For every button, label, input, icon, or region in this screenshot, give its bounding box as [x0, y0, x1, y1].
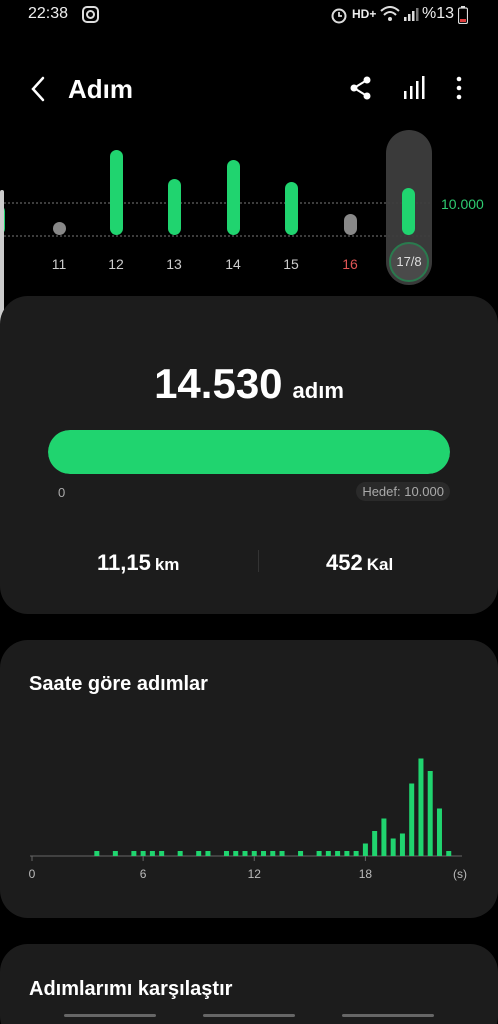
day-bar[interactable]: [402, 188, 415, 235]
hour-bar: [427, 771, 433, 856]
baseline: [0, 235, 430, 237]
steps-progress-fill: [48, 430, 450, 474]
step-count-value: 14.530: [154, 360, 283, 407]
hour-bar: [436, 808, 442, 856]
bar-chart-icon[interactable]: [400, 74, 428, 102]
hourly-steps-card[interactable]: Saate göre adımlar 0 6 12 18 (s): [0, 640, 498, 918]
distance-stat: 11,15 km: [97, 550, 179, 576]
hour-bar: [242, 851, 248, 856]
stat-divider: [258, 550, 259, 572]
hour-bar: [177, 851, 183, 856]
steps-progress-bar: [48, 430, 450, 474]
steps-summary-card: 14.530 adım 0 Hedef: 10.000 11,15 km 452 Ka…: [0, 296, 498, 614]
compare-card[interactable]: Adımlarımı karşılaştır: [0, 944, 498, 1024]
hour-bar: [261, 851, 267, 856]
status-bar: 22:38 HD+ %13: [0, 0, 498, 30]
step-count-unit: adım: [292, 378, 344, 403]
hour-bar: [372, 831, 378, 856]
hour-bar: [94, 851, 100, 856]
hour-bar: [390, 838, 396, 856]
compare-title: Adımlarımı karşılaştır: [29, 978, 233, 1000]
x-tick-label: 18: [359, 867, 373, 881]
hour-bar: [205, 851, 211, 856]
battery-percent: %13: [422, 5, 455, 22]
calories-stat: 452 Kal: [326, 550, 393, 576]
hour-bar: [233, 851, 239, 856]
day-bar[interactable]: [344, 214, 357, 235]
hour-bar: [298, 851, 304, 856]
hour-bar: [131, 851, 137, 856]
hour-bar: [251, 851, 257, 856]
signal-icon: [404, 8, 419, 21]
x-axis-unit: (s): [453, 867, 467, 881]
selected-day-label[interactable]: 17/8: [389, 242, 429, 282]
hour-bar: [196, 851, 202, 856]
hour-bar: [279, 851, 285, 856]
nav-hint-right: [342, 1014, 434, 1017]
hd-plus-icon: HD+: [352, 7, 377, 21]
x-tick-label: 6: [140, 867, 147, 881]
nav-hint-left: [64, 1014, 156, 1017]
day-label: 13: [166, 256, 182, 272]
nav-hint-center: [203, 1014, 295, 1017]
hour-bar: [270, 851, 276, 856]
goal-line: [0, 202, 430, 204]
goal-label: 10.000: [441, 196, 484, 212]
battery-icon: [458, 6, 468, 24]
hourly-steps-chart: 0 6 12 18 (s): [29, 758, 467, 881]
hour-bar: [112, 851, 118, 856]
hour-bar: [316, 851, 322, 856]
day-bar[interactable]: [227, 160, 240, 235]
day-label: 16: [342, 256, 358, 272]
target-badge: Hedef: 10.000: [356, 482, 450, 501]
hour-bar: [399, 833, 405, 856]
calories-value: 452: [326, 550, 363, 575]
progress-start-label: 0: [58, 485, 66, 500]
day-label: 11: [51, 256, 67, 272]
step-count: 14.530 adım: [0, 360, 498, 408]
day-label: 12: [108, 256, 124, 272]
chevron-left-icon[interactable]: [26, 74, 52, 104]
hour-bar: [381, 818, 387, 856]
hour-bar: [149, 851, 155, 856]
alarm-icon: [331, 8, 347, 24]
hour-bar: [325, 851, 331, 856]
more-vertical-icon[interactable]: [445, 74, 473, 102]
day-bar[interactable]: [110, 150, 123, 235]
hour-bar: [335, 851, 341, 856]
x-tick-label: 12: [248, 867, 262, 881]
hour-bar: [223, 851, 229, 856]
day-bar[interactable]: [168, 179, 181, 235]
calories-unit: Kal: [366, 555, 394, 574]
hour-bar: [344, 851, 350, 856]
day-bar[interactable]: [53, 222, 66, 235]
day-label: 15: [283, 256, 299, 272]
daily-steps-strip[interactable]: 10.000 011121314151617/8: [0, 125, 498, 285]
x-tick-label: 0: [29, 867, 36, 881]
hour-bar: [140, 851, 146, 856]
wifi-icon: [380, 6, 400, 21]
status-time: 22:38: [28, 5, 69, 22]
instagram-icon: [82, 6, 99, 23]
page-title: Adım: [68, 74, 133, 104]
distance-unit: km: [154, 555, 180, 574]
share-icon[interactable]: [347, 74, 375, 102]
distance-value: 11,15: [97, 550, 151, 575]
hour-bar: [362, 843, 368, 856]
day-bar[interactable]: [285, 182, 298, 235]
hour-bar: [418, 758, 424, 856]
hour-bar: [409, 783, 415, 856]
hour-bar: [446, 851, 452, 856]
hour-bar: [353, 851, 359, 856]
app-header: Adım: [0, 60, 498, 116]
hour-bar: [159, 851, 165, 856]
day-label: 14: [225, 256, 241, 272]
